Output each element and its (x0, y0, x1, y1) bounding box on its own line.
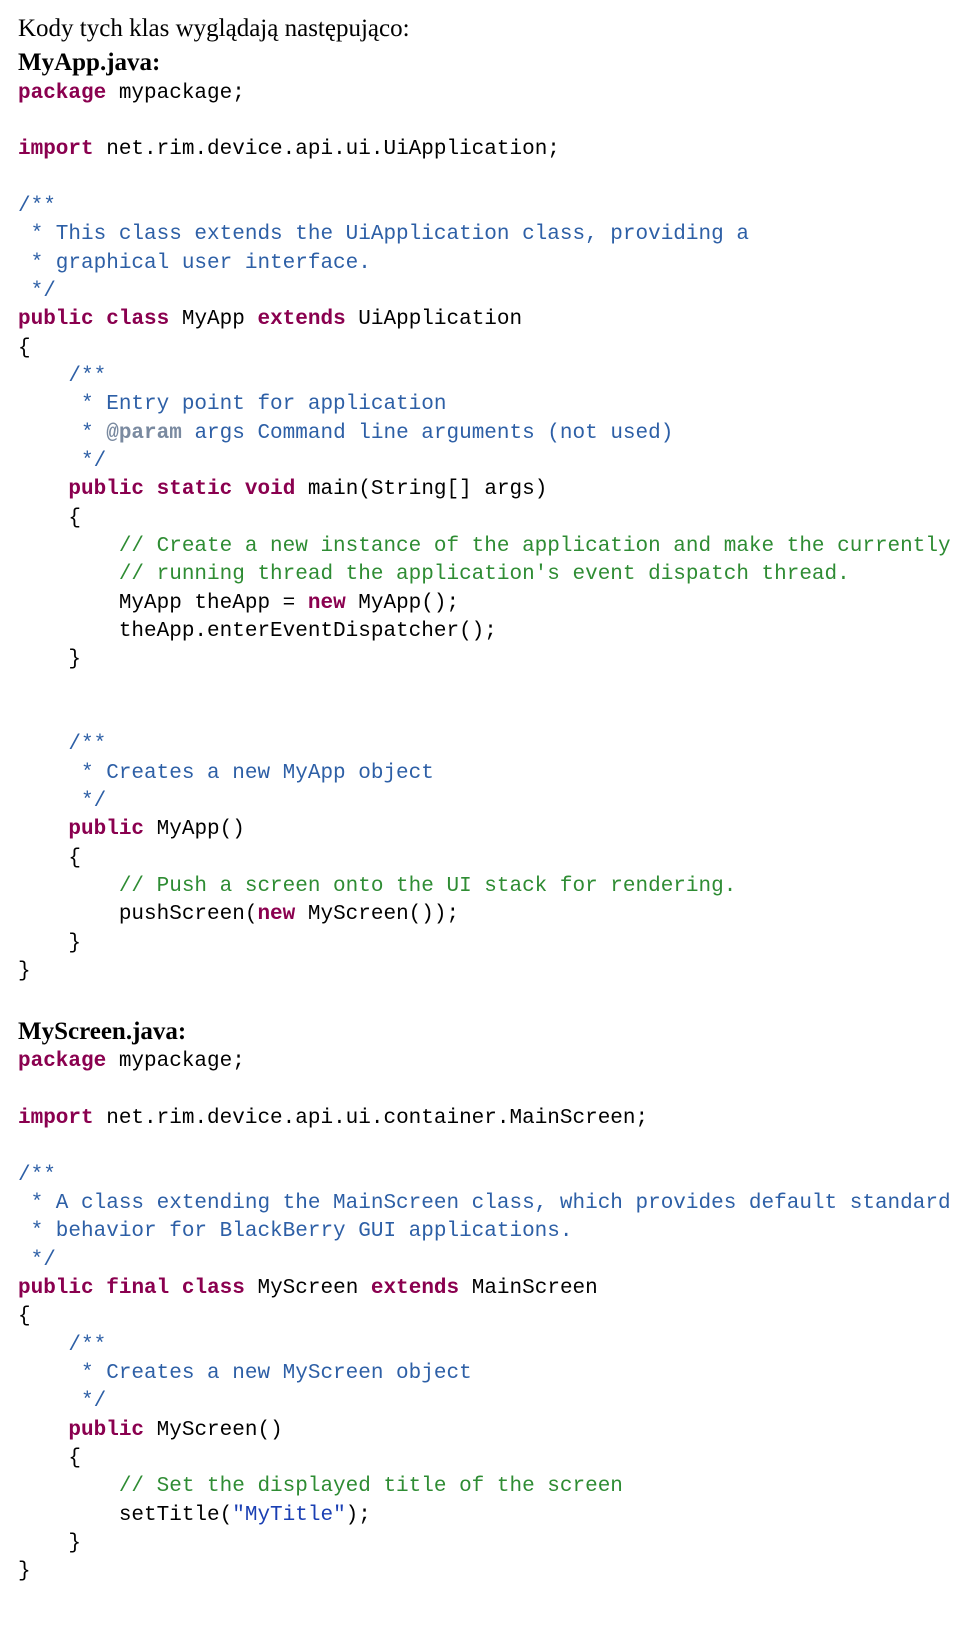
indent (18, 1419, 68, 1442)
kw-public: public (68, 1419, 144, 1442)
kw-public: public (68, 818, 144, 841)
string-literal: "MyTitle" (232, 1504, 345, 1527)
comment-line: // Create a new instance of the applicat… (18, 535, 951, 558)
kw-package: package (18, 1050, 106, 1073)
kw-public: public (68, 478, 144, 501)
javadoc-line: args Command line arguments (not used) (182, 422, 673, 445)
javadoc-line: * A class extending the MainScreen class… (18, 1192, 951, 1215)
kw-public: public (18, 308, 94, 331)
kw-class: class (182, 1277, 245, 1300)
brace: { (18, 337, 31, 360)
kw-new: new (308, 592, 346, 615)
kw-void: void (245, 478, 295, 501)
javadoc-line: */ (18, 280, 56, 303)
code-text: MyApp(); (346, 592, 459, 615)
javadoc-line: * graphical user interface. (18, 252, 371, 275)
javadoc-line: * Creates a new MyScreen object (18, 1362, 472, 1385)
code-text: mypackage; (106, 82, 245, 105)
brace: { (18, 507, 81, 530)
javadoc-line: * Creates a new MyApp object (18, 762, 434, 785)
kw-package: package (18, 82, 106, 105)
code-text: MainScreen (459, 1277, 598, 1300)
indent (18, 818, 68, 841)
javadoc-line: /** (18, 1164, 56, 1187)
file2-heading: MyScreen.java: (18, 1015, 960, 1049)
code-text: mypackage; (106, 1050, 245, 1073)
code-text: pushScreen( (18, 903, 257, 926)
brace: } (18, 932, 81, 955)
code-text: MyApp (169, 308, 257, 331)
javadoc-line: /** (18, 195, 56, 218)
code-text: ); (346, 1504, 371, 1527)
javadoc-line: */ (18, 450, 106, 473)
code-text: MyApp theApp = (18, 592, 308, 615)
code-text: net.rim.device.api.ui.UiApplication; (94, 138, 560, 161)
kw-public: public (18, 1277, 94, 1300)
code-text: theApp.enterEventDispatcher(); (18, 620, 497, 643)
brace: } (18, 1532, 81, 1555)
kw-static: static (157, 478, 233, 501)
javadoc-line: */ (18, 1390, 106, 1413)
kw-extends: extends (371, 1277, 459, 1300)
kw-class: class (106, 308, 169, 331)
javadoc-line: /** (18, 733, 106, 756)
javadoc-line: */ (18, 1249, 56, 1272)
code-text: MyScreen (245, 1277, 371, 1300)
javadoc-line: * Entry point for application (18, 393, 446, 416)
kw-extends: extends (257, 308, 345, 331)
comment-line: // Push a screen onto the UI stack for r… (18, 875, 736, 898)
javadoc-line: * behavior for BlackBerry GUI applicatio… (18, 1220, 573, 1243)
javadoc-line: /** (18, 1334, 106, 1357)
file1-heading: MyApp.java: (18, 46, 960, 80)
code-block-1: package mypackage; import net.rim.device… (18, 80, 960, 987)
comment-line: // Set the displayed title of the screen (18, 1475, 623, 1498)
code-text: MyApp() (144, 818, 245, 841)
code-text: main(String[] args) (295, 478, 547, 501)
javadoc-line: * This class extends the UiApplication c… (18, 223, 749, 246)
javadoc-tag: @param (106, 422, 182, 445)
brace: { (18, 1305, 31, 1328)
brace: } (18, 648, 81, 671)
code-text: net.rim.device.api.ui.container.MainScre… (94, 1107, 649, 1130)
indent (18, 478, 68, 501)
brace: { (18, 1447, 81, 1470)
code-block-2: package mypackage; import net.rim.device… (18, 1048, 960, 1587)
code-text: MyScreen()); (295, 903, 459, 926)
javadoc-line: /** (18, 365, 106, 388)
kw-final: final (106, 1277, 169, 1300)
code-text: UiApplication (346, 308, 522, 331)
intro-text: Kody tych klas wyglądają następująco: (18, 12, 960, 46)
javadoc-line: * (18, 422, 106, 445)
code-text: setTitle( (18, 1504, 232, 1527)
brace: } (18, 960, 31, 983)
code-text: MyScreen() (144, 1419, 283, 1442)
comment-line: // running thread the application's even… (18, 563, 850, 586)
javadoc-line: */ (18, 790, 106, 813)
brace: { (18, 847, 81, 870)
brace: } (18, 1560, 31, 1583)
kw-import: import (18, 1107, 94, 1130)
kw-import: import (18, 138, 94, 161)
kw-new: new (257, 903, 295, 926)
